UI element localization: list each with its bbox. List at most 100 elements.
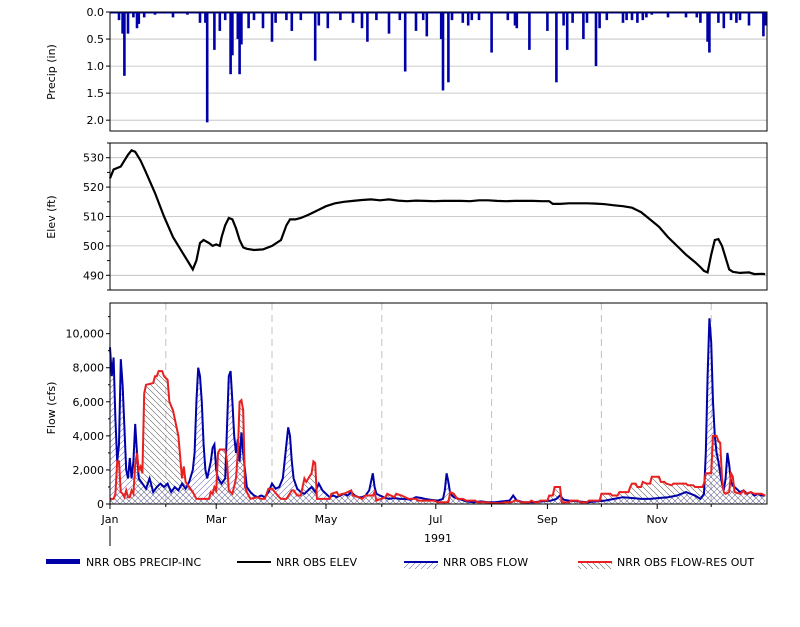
precip-bar: [414, 12, 418, 31]
precip-bar: [630, 12, 634, 21]
flow-y-tick-label: 2,000: [73, 464, 105, 477]
precip-bar: [198, 12, 202, 23]
precip-bar: [562, 12, 565, 26]
precip-y-tick-label: 0.0: [87, 6, 105, 19]
elev-panel: 490 500 510 520 530 Elev (ft): [45, 142, 768, 291]
flow-gridlines: [165, 303, 712, 504]
precip-bar: [360, 12, 364, 29]
precip-bar: [571, 12, 574, 23]
precip-bar: [546, 12, 549, 31]
precip-bar: [142, 12, 146, 18]
flow-y-tick-label: 0: [97, 498, 104, 511]
legend-item-elev: NRR OBS ELEV: [237, 556, 358, 569]
precip-bar: [375, 12, 378, 21]
flow-panel: 0 2,000 4,000 6,000 8,000 10,000 Jan Mar May Jul…: [45, 302, 768, 546]
precip-bar: [555, 12, 558, 83]
flow-y-tick-label: 6,000: [73, 396, 105, 409]
flow-y-ticks: 0 2,000 4,000 6,000 8,000 10,000: [66, 316, 110, 511]
precip-bar: [117, 12, 121, 21]
precip-bar: [708, 12, 711, 53]
legend-item-precip: NRR OBS PRECIP-INC: [46, 556, 201, 569]
precip-bar: [218, 12, 222, 31]
precip-y-tick-label: 2.0: [87, 114, 105, 127]
precip-bar: [598, 12, 601, 29]
elev-y-tick-label: 520: [83, 181, 104, 194]
x-tick-label: Mar: [206, 513, 227, 526]
x-axis-ticks: Jan Mar May Jul Sep Nov: [101, 504, 712, 526]
precip-bar: [636, 12, 639, 23]
precip-bar: [722, 12, 726, 29]
precip-bar: [313, 12, 317, 61]
elev-y-axis-label: Elev (ft): [45, 195, 58, 238]
precip-bar: [763, 12, 767, 26]
precip-bar: [299, 12, 303, 21]
precip-y-ticks: 0.0 0.5 1.0 1.5 2.0: [87, 6, 110, 127]
elev-y-ticks: 490 500 510 520 530: [83, 142, 110, 291]
precip-bar: [747, 12, 751, 26]
elev-y-tick-label: 510: [83, 211, 104, 224]
elev-gridlines: [110, 157, 767, 276]
precip-bar: [171, 12, 175, 18]
elev-y-tick-label: 490: [83, 269, 104, 282]
precip-gridlines: [110, 38, 767, 121]
precip-bar: [621, 12, 625, 23]
precip-bar: [223, 12, 227, 21]
legend-swatch-flow-hatch: [404, 562, 438, 569]
precip-bar: [205, 12, 209, 123]
precip-bar: [565, 12, 569, 50]
legend-label-res-out: NRR OBS FLOW-RES OUT: [617, 556, 754, 569]
precip-bar: [326, 12, 330, 29]
precip-bar: [684, 12, 688, 18]
precip-bar: [490, 12, 493, 53]
precip-bar: [447, 12, 450, 83]
precip-bar: [717, 12, 720, 23]
precip-bar: [398, 12, 402, 21]
precip-bar: [123, 12, 126, 76]
precip-bar: [421, 12, 425, 21]
precip-panel: 0.0 0.5 1.0 1.5 2.0 Precip (in): [45, 6, 768, 132]
precip-bar: [582, 12, 585, 40]
precip-plot-frame: [109, 11, 768, 132]
legend-label-flow: NRR OBS FLOW: [443, 556, 528, 569]
precip-bar: [261, 12, 265, 29]
x-axis-year-label: 1991: [424, 532, 452, 545]
legend-label-precip: NRR OBS PRECIP-INC: [86, 556, 201, 569]
precip-y-tick-label: 1.5: [87, 87, 105, 100]
precip-bar: [695, 12, 699, 18]
elev-y-tick-label: 500: [83, 240, 104, 253]
x-tick-label: Nov: [646, 513, 668, 526]
precip-bar: [137, 12, 141, 24]
precip-bar: [625, 12, 628, 21]
precip-bars: [110, 11, 767, 123]
precip-bar: [470, 12, 474, 21]
precip-bar: [290, 12, 294, 31]
flow-y-tick-label: 10,000: [66, 328, 105, 341]
precip-bar: [441, 12, 445, 91]
precip-bar: [247, 12, 250, 29]
precip-bar: [270, 12, 274, 42]
legend-item-res-out: NRR OBS FLOW-RES OUT: [578, 556, 754, 569]
legend-label-elev: NRR OBS ELEV: [276, 556, 358, 569]
precip-bar: [735, 12, 738, 23]
flow-y-tick-label: 4,000: [73, 430, 105, 443]
precip-bar: [506, 12, 510, 21]
precip-y-axis-label: Precip (in): [45, 44, 58, 100]
precip-bar: [466, 12, 470, 26]
precip-bar: [351, 12, 355, 23]
precip-bar: [240, 12, 243, 45]
precip-bar: [699, 12, 702, 23]
precip-y-tick-label: 1.0: [87, 60, 105, 73]
precip-bar: [450, 12, 454, 21]
x-tick-label: Jan: [101, 513, 119, 526]
precip-bar: [515, 12, 519, 29]
precip-bar: [461, 12, 465, 23]
precip-bar: [641, 12, 645, 21]
precip-bar: [285, 12, 288, 21]
precip-bar: [645, 12, 648, 18]
precip-bar: [477, 12, 481, 21]
precip-bar: [425, 12, 429, 37]
precip-bar: [729, 12, 733, 21]
flow-y-tick-label: 8,000: [73, 362, 105, 375]
x-tick-label: May: [315, 513, 338, 526]
precip-bar: [528, 12, 531, 50]
